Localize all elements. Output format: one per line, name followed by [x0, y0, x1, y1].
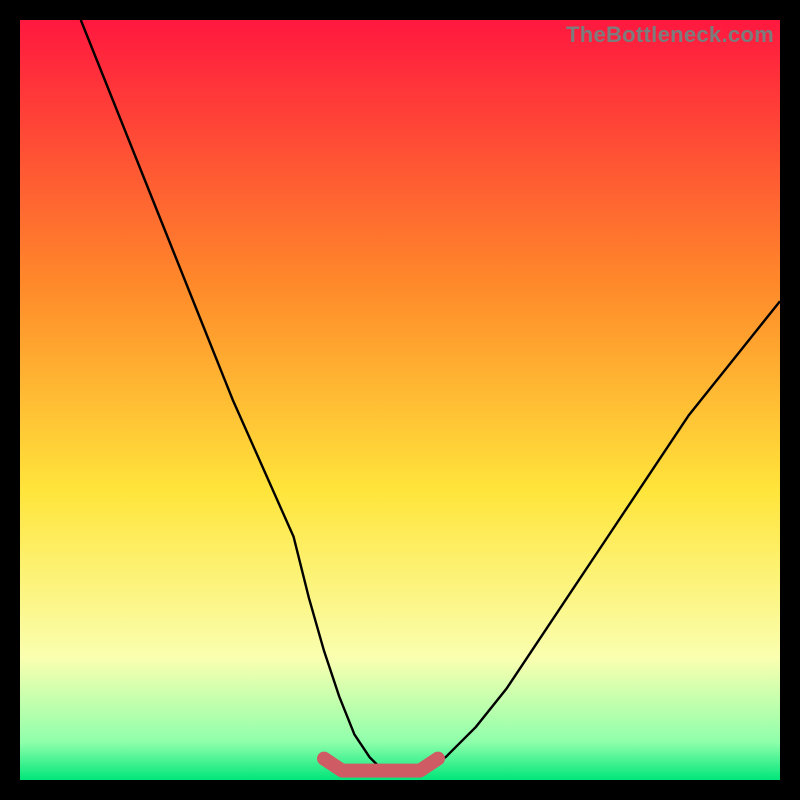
gradient-bg [20, 20, 780, 780]
watermark-label: TheBottleneck.com [566, 22, 774, 48]
bottleneck-chart [20, 20, 780, 780]
chart-frame: TheBottleneck.com [20, 20, 780, 780]
